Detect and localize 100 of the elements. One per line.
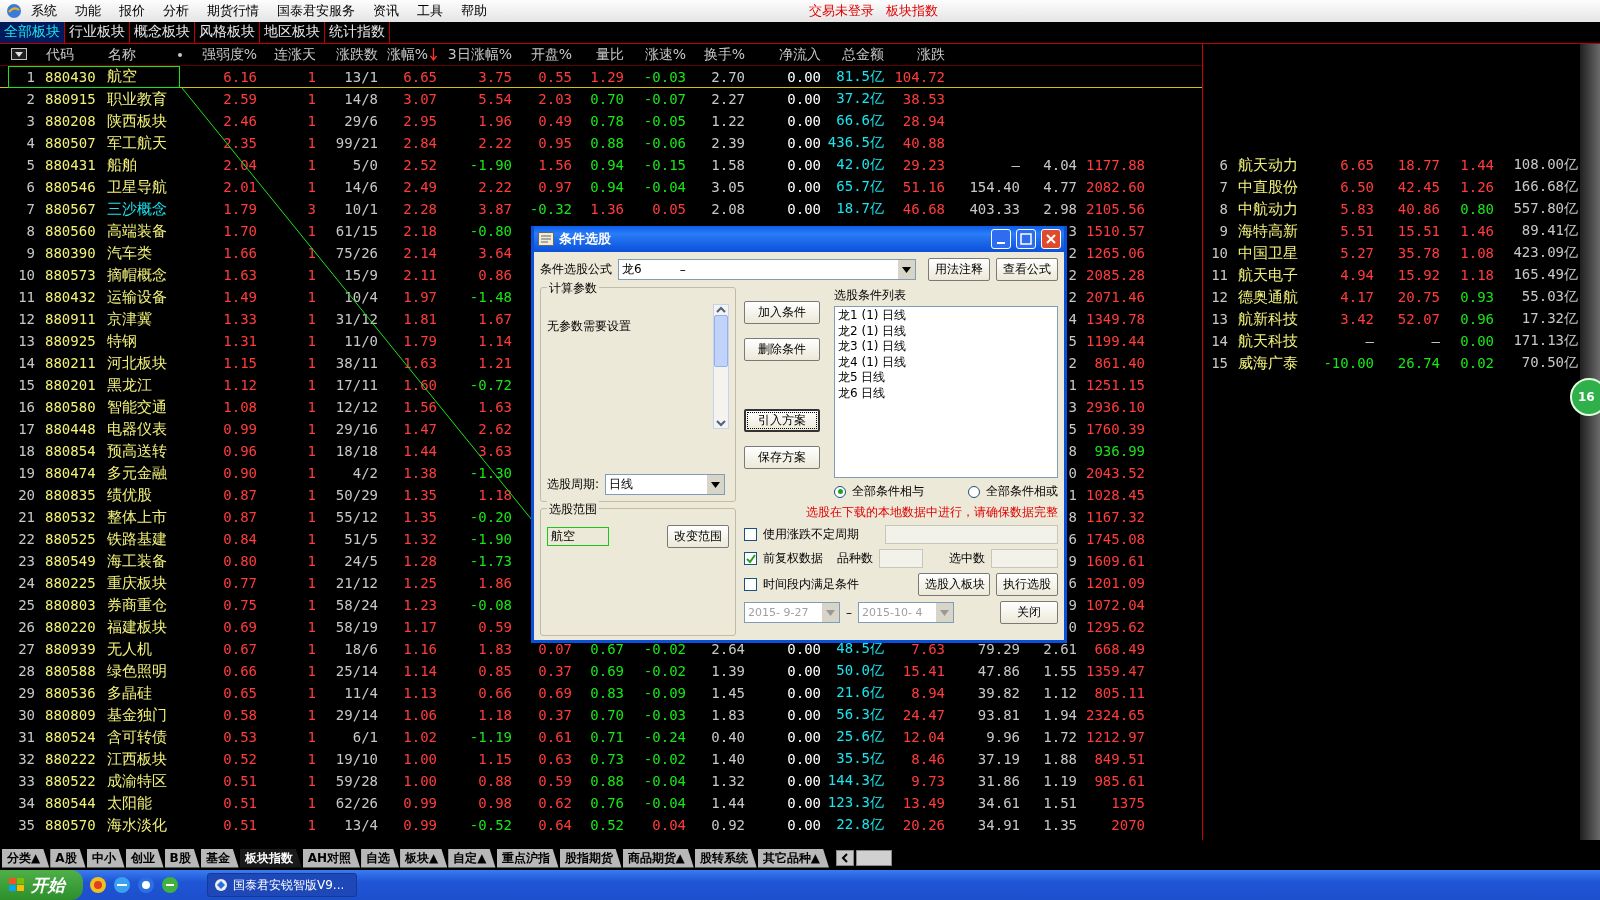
- market-tab[interactable]: 自定▲: [448, 848, 496, 868]
- market-tab[interactable]: 重点沪指: [496, 848, 559, 868]
- list-item[interactable]: 龙1 (1) 日线: [838, 308, 1054, 324]
- taskbar-window-button[interactable]: 国泰君安锐智版V9...: [207, 873, 357, 897]
- category-tab[interactable]: 全部板块: [0, 22, 65, 43]
- table-cell-text: 重庆板块: [106, 573, 167, 593]
- market-tab[interactable]: 其它品种▲: [757, 848, 829, 868]
- scroll-left-button[interactable]: [835, 850, 854, 866]
- column-header[interactable]: 代码: [38, 45, 74, 64]
- column-header[interactable]: 强弱度%: [201, 45, 257, 64]
- dialog-button[interactable]: 用法注释: [928, 258, 990, 281]
- maximize-button[interactable]: [1016, 229, 1036, 249]
- table-cell-text: 880573: [44, 267, 96, 283]
- dialog-button[interactable]: 删除条件: [744, 338, 820, 361]
- scroll-thumb[interactable]: [855, 850, 892, 866]
- formula-select[interactable]: 龙6 –: [618, 259, 916, 280]
- input-field[interactable]: [885, 525, 1058, 544]
- market-tab[interactable]: 商品期货▲: [622, 848, 694, 868]
- column-header[interactable]: 净流入: [779, 45, 821, 64]
- column-header[interactable]: 名称: [100, 45, 182, 64]
- table-cell: 12/12: [335, 399, 378, 415]
- dialog-button[interactable]: 执行选股: [996, 573, 1058, 596]
- scroll-down-icon[interactable]: [715, 418, 727, 428]
- list-item[interactable]: 龙5 日线: [838, 370, 1054, 386]
- menu-item[interactable]: 报价: [110, 2, 154, 20]
- radio-button[interactable]: [834, 485, 846, 498]
- market-tab[interactable]: 自选: [361, 848, 400, 868]
- table-cell: 0.00: [787, 179, 821, 195]
- column-header[interactable]: 换手%: [703, 45, 745, 64]
- market-tab[interactable]: 板块▲: [400, 848, 448, 868]
- table-cell-text: 航空: [106, 67, 137, 86]
- input-field[interactable]: [879, 549, 923, 568]
- table-cell: –: [1431, 333, 1440, 349]
- menu-item[interactable]: 工具: [408, 2, 452, 20]
- input-field[interactable]: [991, 549, 1058, 568]
- close-dialog-button[interactable]: 关闭: [1000, 601, 1058, 624]
- app-icon[interactable]: [89, 876, 107, 894]
- condition-list[interactable]: 龙1 (1) 日线 龙2 (1) 日线 龙3 (1) 日线 龙4 (1) 日线 龙5 日线 龙6 日线: [834, 306, 1058, 478]
- market-tab[interactable]: 中小: [86, 848, 125, 868]
- market-tab[interactable]: A股: [50, 848, 86, 868]
- chevron-left-icon: [840, 853, 849, 863]
- dialog-button[interactable]: 选股入板块: [918, 573, 990, 596]
- menu-item[interactable]: 功能: [66, 2, 110, 20]
- menu-item[interactable]: 国泰君安服务: [268, 2, 364, 20]
- change-scope-button[interactable]: 改变范围: [667, 525, 729, 548]
- scope-field[interactable]: 航空: [547, 527, 609, 546]
- checkbox[interactable]: [744, 578, 757, 591]
- column-header[interactable]: 量比: [596, 45, 624, 64]
- table-cell: 2.27: [711, 91, 745, 107]
- menu-item[interactable]: 资讯: [364, 2, 408, 20]
- list-item[interactable]: 龙4 (1) 日线: [838, 354, 1054, 370]
- table-cell-text: 880580: [44, 399, 96, 415]
- scroll-up-icon[interactable]: [715, 305, 727, 315]
- column-header[interactable]: 开盘%: [530, 45, 572, 64]
- market-tab[interactable]: 创业: [125, 848, 164, 868]
- app-icon[interactable]: [161, 876, 179, 894]
- column-header[interactable]: 涨幅%: [386, 45, 437, 64]
- menu-item[interactable]: 系统: [22, 2, 66, 20]
- column-header[interactable]: 涨跌: [917, 45, 945, 64]
- minimize-button[interactable]: [991, 229, 1011, 249]
- column-header[interactable]: 涨速%: [644, 45, 686, 64]
- dropdown-icon[interactable]: [11, 48, 27, 60]
- dialog-button[interactable]: 查看公式: [996, 258, 1058, 281]
- market-tab[interactable]: 板块指数: [239, 848, 302, 868]
- list-item[interactable]: 龙3 (1) 日线: [838, 339, 1054, 355]
- checkbox[interactable]: [744, 552, 757, 565]
- scroll-thumb[interactable]: [714, 315, 728, 367]
- menu-item[interactable]: 分析: [154, 2, 198, 20]
- table-cell: 11/4: [344, 685, 378, 701]
- radio-button[interactable]: [968, 485, 980, 498]
- column-header[interactable]: 涨跌数: [336, 45, 378, 64]
- market-tab[interactable]: 基金: [200, 848, 239, 868]
- table-cell-text: 中航动力: [1237, 199, 1298, 219]
- column-header[interactable]: 总金额: [842, 45, 884, 64]
- dialog-button[interactable]: 引入方案: [744, 409, 820, 432]
- list-item[interactable]: 龙6 日线: [838, 385, 1054, 401]
- table-cell: 26.74: [1397, 355, 1440, 371]
- market-tab[interactable]: AH对照: [302, 848, 361, 868]
- dialog-button[interactable]: 保存方案: [744, 446, 820, 469]
- market-tab[interactable]: 股转系统: [694, 848, 757, 868]
- row-number: 11: [18, 289, 36, 305]
- status-link[interactable]: 板块指数: [880, 2, 944, 20]
- menu-item[interactable]: 期货行情: [198, 2, 268, 20]
- column-header[interactable]: 3日涨幅%: [447, 45, 512, 64]
- scrollbar[interactable]: [713, 304, 729, 429]
- list-item[interactable]: 龙2 (1) 日线: [838, 323, 1054, 339]
- market-tab[interactable]: 股指期货: [559, 848, 622, 868]
- info-text: 无参数需要设置: [547, 319, 631, 333]
- market-tab[interactable]: B股: [164, 848, 200, 868]
- status-link[interactable]: 交易未登录: [803, 2, 880, 20]
- table-cell: 15/9: [344, 267, 378, 283]
- checkbox[interactable]: [744, 528, 757, 541]
- dialog-button[interactable]: 加入条件: [744, 301, 820, 324]
- market-tab[interactable]: 分类▲: [2, 848, 50, 868]
- menu-item[interactable]: 帮助: [452, 2, 496, 20]
- highlighted-row[interactable]: 1 880430 航空 6.16 1 13/1 6.65 3.75 0.55 1.29 -0.03 2.70 0.00 81.5亿 104.72: [0, 66, 1202, 88]
- column-header[interactable]: 连涨天: [274, 45, 316, 64]
- period-select[interactable]: 日线: [605, 474, 726, 495]
- close-button[interactable]: [1041, 229, 1061, 249]
- table-cell-text: 880220: [44, 619, 96, 635]
